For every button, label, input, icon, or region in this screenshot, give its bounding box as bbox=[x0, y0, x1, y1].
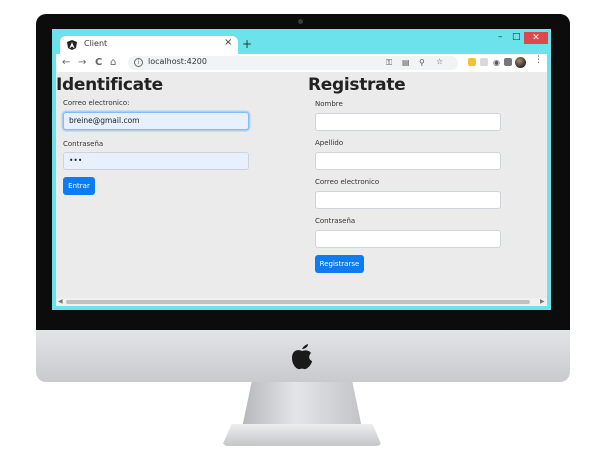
page-viewport: Identificate Correo electronico: breine@… bbox=[56, 72, 547, 298]
register-submit-button[interactable]: Registrarse bbox=[315, 255, 364, 273]
login-email-label: Correo electronico: bbox=[63, 99, 130, 107]
browser-toolbar: ← → C ⌂ i localhost:4200 ⚿ ▤ ⚲ ☆ ◉ ⋮ bbox=[56, 54, 547, 72]
register-password-input[interactable] bbox=[315, 230, 501, 248]
site-info-icon[interactable]: i bbox=[134, 58, 143, 67]
browser-window: Client × + – □ ✕ ← → C ⌂ i localhost:420… bbox=[52, 29, 551, 310]
register-email-label: Correo electronico bbox=[315, 178, 380, 186]
reload-button[interactable]: C bbox=[95, 56, 102, 70]
horizontal-scrollbar[interactable]: ◀ ▶ bbox=[56, 298, 547, 306]
url-text: localhost:4200 bbox=[148, 57, 207, 66]
extension-icon-1[interactable] bbox=[468, 58, 476, 66]
scroll-left-arrow-icon[interactable]: ◀ bbox=[58, 298, 63, 306]
new-tab-button[interactable]: + bbox=[242, 37, 252, 51]
cast-icon[interactable]: ◉ bbox=[493, 57, 500, 69]
register-name-input[interactable] bbox=[315, 113, 501, 131]
scroll-right-arrow-icon[interactable]: ▶ bbox=[540, 298, 545, 306]
zoom-icon[interactable]: ⚲ bbox=[419, 57, 425, 69]
scrollbar-thumb[interactable] bbox=[66, 300, 530, 304]
close-window-button[interactable]: ✕ bbox=[524, 32, 548, 44]
register-surname-label: Apellido bbox=[315, 139, 344, 147]
tab-close-icon[interactable]: × bbox=[224, 37, 232, 48]
key-icon[interactable]: ⚿ bbox=[386, 57, 392, 69]
address-bar[interactable]: i localhost:4200 ⚿ ▤ ⚲ ☆ bbox=[128, 56, 458, 70]
monitor-stand bbox=[242, 382, 362, 428]
tab-title: Client bbox=[84, 39, 108, 48]
login-password-label: Contraseña bbox=[63, 140, 104, 148]
login-email-input[interactable]: breine@gmail.com bbox=[63, 112, 249, 130]
login-title: Identificate bbox=[56, 75, 163, 95]
profile-avatar[interactable] bbox=[515, 57, 526, 68]
translate-icon[interactable]: ▤ bbox=[402, 57, 410, 69]
monitor-stand-base bbox=[222, 424, 382, 446]
back-button[interactable]: ← bbox=[62, 56, 70, 70]
apple-logo-icon bbox=[292, 344, 312, 370]
angular-icon bbox=[67, 40, 77, 50]
register-email-input[interactable] bbox=[315, 191, 501, 209]
login-password-input[interactable]: ••• bbox=[63, 152, 249, 170]
maximize-button[interactable]: □ bbox=[512, 32, 521, 42]
register-name-label: Nombre bbox=[315, 100, 343, 108]
register-password-label: Contraseña bbox=[315, 217, 356, 225]
minimize-button[interactable]: – bbox=[498, 32, 503, 42]
register-surname-input[interactable] bbox=[315, 152, 501, 170]
register-title: Registrate bbox=[308, 75, 406, 95]
desktop-stage: Client × + – □ ✕ ← → C ⌂ i localhost:420… bbox=[0, 0, 613, 464]
browser-tab[interactable]: Client × bbox=[60, 36, 238, 54]
home-button[interactable]: ⌂ bbox=[110, 56, 116, 70]
bookmark-star-icon[interactable]: ☆ bbox=[436, 56, 443, 68]
login-submit-button[interactable]: Entrar bbox=[63, 177, 95, 195]
forward-button[interactable]: → bbox=[78, 56, 86, 70]
webcam bbox=[298, 19, 303, 24]
extension-icon-3[interactable] bbox=[504, 58, 512, 66]
extension-icon-2[interactable] bbox=[480, 58, 488, 66]
more-menu-icon[interactable]: ⋮ bbox=[534, 55, 543, 65]
